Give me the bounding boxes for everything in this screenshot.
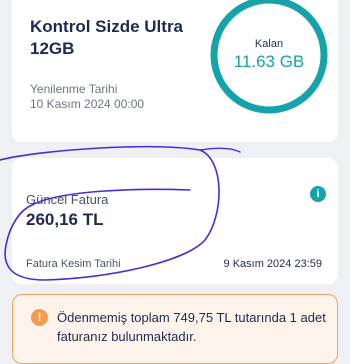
warning-icon: ! xyxy=(31,309,48,326)
renewal-date: 10 Kasım 2024 00:00 xyxy=(30,97,145,111)
info-icon[interactable]: i xyxy=(310,186,326,202)
current-invoice-label: Güncel Fatura xyxy=(26,192,109,207)
invoice-card[interactable]: Güncel Fatura 260,16 TL i Fatura Kesim T… xyxy=(12,158,338,284)
renewal-label: Yenilenme Tarihi xyxy=(30,82,118,96)
unpaid-warning-text: Ödenmemiş toplam 749,75 TL tutarında 1 a… xyxy=(57,310,326,344)
remaining-label: Kalan xyxy=(254,38,284,50)
invoice-cut-date: 9 Kasım 2024 23:59 xyxy=(223,258,322,270)
current-invoice-amount: 260,16 TL xyxy=(26,210,104,229)
package-card[interactable]: Kontrol Sizde Ultra 12GB Yenilenme Tarih… xyxy=(12,0,338,142)
remaining-value: 11.63 GB xyxy=(233,52,305,71)
plan-name: Kontrol Sizde Ultra 12GB xyxy=(30,17,184,58)
unpaid-warning-card[interactable]: ! Ödenmemiş toplam 749,75 TL tutarında 1… xyxy=(12,294,338,364)
invoice-cut-label: Fatura Kesim Tarihi xyxy=(26,258,121,270)
